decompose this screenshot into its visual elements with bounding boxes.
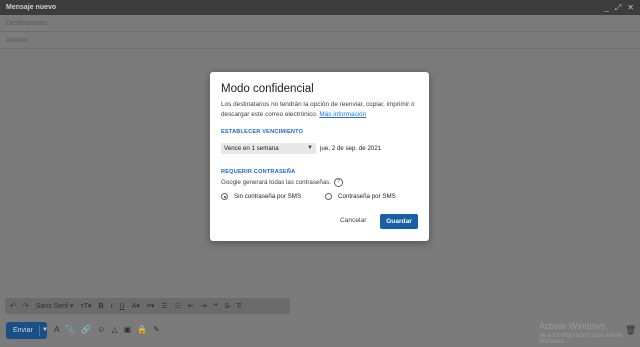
- minimize-icon[interactable]: _: [604, 0, 608, 15]
- window-controls: _ ⤢ ✕: [604, 0, 634, 15]
- radio-sms[interactable]: Contraseña por SMS: [325, 193, 396, 200]
- schedule-send-chevron-icon[interactable]: ▼: [42, 322, 48, 339]
- generate-passwords-text: Google generará todas las contraseñas.: [221, 179, 332, 186]
- insert-link-icon[interactable]: 🔗: [81, 325, 91, 334]
- expiry-select[interactable]: Vence en 1 semana ▼: [221, 143, 316, 154]
- font-select[interactable]: Sans Serif ▾: [36, 302, 74, 310]
- close-icon[interactable]: ✕: [627, 0, 634, 15]
- text-color-icon[interactable]: A▾: [132, 302, 140, 310]
- indent-more-icon[interactable]: ⇥: [201, 302, 207, 310]
- numbered-list-icon[interactable]: ☰: [161, 302, 167, 310]
- dialog-description: Los destinatarios no tendrán la opción d…: [221, 100, 423, 120]
- more-info-link[interactable]: Más información: [319, 111, 366, 118]
- bottom-toolbar: A 📎 🔗 ☺ △ ▣ 🔒 ✎: [54, 325, 160, 334]
- password-section-label: REQUERIR CONTRASEÑA: [221, 169, 296, 175]
- caret-down-icon: ▼: [307, 145, 313, 151]
- confidential-mode-icon[interactable]: 🔒: [137, 325, 147, 334]
- insert-emoji-icon[interactable]: ☺: [97, 325, 105, 334]
- indent-less-icon[interactable]: ⇤: [188, 302, 194, 310]
- signature-icon[interactable]: ✎: [153, 325, 160, 334]
- expiry-section-label: ESTABLECER VENCIMIENTO: [221, 129, 304, 135]
- windows-activation-watermark: Activar Windows: [539, 321, 606, 331]
- radio-no-sms[interactable]: Sin contraseña por SMS: [221, 193, 301, 200]
- compose-title-bar: Mensaje nuevo _ ⤢ ✕: [0, 0, 640, 15]
- underline-icon[interactable]: U: [120, 303, 125, 310]
- expiry-select-value: Vence en 1 semana: [224, 145, 279, 152]
- compose-title: Mensaje nuevo: [6, 4, 57, 11]
- italic-icon[interactable]: I: [111, 303, 113, 310]
- redo-icon[interactable]: ↷: [23, 302, 29, 310]
- formatting-toolbar: ↶ ↷ Sans Serif ▾ ᴛT▾ B I U A▾ ≡▾ ☰ ☷ ⇤ ⇥…: [5, 298, 290, 314]
- fullscreen-icon[interactable]: ⤢: [615, 0, 621, 15]
- strikethrough-icon[interactable]: S̶: [224, 303, 229, 310]
- radio-sms-label: Contraseña por SMS: [338, 193, 396, 200]
- send-divider: [39, 325, 40, 336]
- help-icon[interactable]: ?: [334, 178, 343, 187]
- cancel-button[interactable]: Cancelar: [340, 217, 366, 224]
- attach-file-icon[interactable]: 📎: [65, 325, 75, 334]
- send-button[interactable]: Enviar ▼: [6, 322, 48, 339]
- drive-icon[interactable]: △: [111, 325, 117, 334]
- confidential-mode-dialog: Modo confidencial Los destinatarios no t…: [210, 72, 429, 241]
- clear-formatting-icon[interactable]: T̸: [236, 303, 240, 310]
- formatting-options-icon[interactable]: A: [54, 325, 59, 334]
- font-size-icon[interactable]: ᴛT▾: [81, 302, 92, 310]
- radio-unselected-icon[interactable]: [325, 193, 332, 200]
- save-button[interactable]: Guardar: [380, 214, 418, 229]
- bulleted-list-icon[interactable]: ☷: [175, 302, 181, 310]
- radio-no-sms-label: Sin contraseña por SMS: [234, 193, 302, 200]
- description-text: Los destinatarios no tendrán la opción d…: [221, 101, 415, 118]
- discard-draft-icon[interactable]: 🗑: [625, 325, 636, 336]
- undo-icon[interactable]: ↶: [10, 302, 16, 310]
- bold-icon[interactable]: B: [99, 303, 104, 310]
- quote-icon[interactable]: ❝: [214, 302, 218, 310]
- align-icon[interactable]: ≡▾: [147, 302, 155, 310]
- to-field[interactable]: Destinatarios: [0, 15, 640, 32]
- radio-selected-icon[interactable]: [221, 193, 228, 200]
- insert-photo-icon[interactable]: ▣: [124, 325, 132, 334]
- send-label: Enviar: [13, 327, 33, 334]
- expiry-date: jue, 2 de sep. de 2021: [320, 145, 382, 152]
- subject-field[interactable]: Asunto: [0, 32, 640, 49]
- dialog-title: Modo confidencial: [221, 83, 314, 95]
